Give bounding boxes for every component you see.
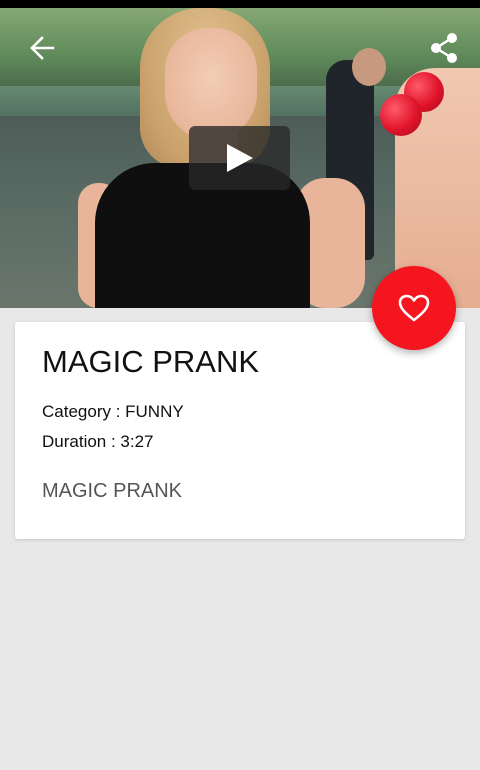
video-category: Category : FUNNY	[42, 402, 184, 421]
play-button[interactable]	[189, 126, 290, 190]
red-ball	[380, 94, 422, 136]
status-bar	[0, 0, 480, 8]
video-description: MAGIC PRANK	[42, 480, 183, 502]
share-button[interactable]	[424, 28, 464, 68]
video-info-card: MAGIC PRANK Category : FUNNY Duration : …	[15, 322, 465, 539]
video-thumbnail[interactable]	[0, 8, 480, 308]
favorite-button[interactable]	[372, 266, 456, 350]
heart-outline-icon	[398, 294, 430, 322]
background-person-head	[352, 48, 386, 86]
arrow-left-icon	[30, 36, 55, 60]
play-icon	[226, 144, 253, 172]
back-button[interactable]	[22, 28, 62, 68]
video-duration: Duration : 3:27	[42, 432, 154, 451]
woman-face	[165, 28, 257, 140]
share-icon	[431, 33, 457, 63]
video-title: MAGIC PRANK	[42, 344, 260, 379]
